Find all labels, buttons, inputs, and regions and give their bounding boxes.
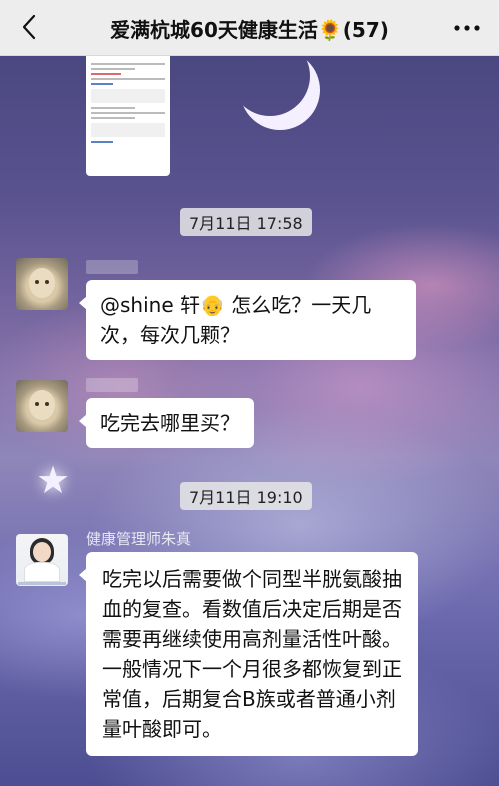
- message-bubble[interactable]: @shine 轩👴 怎么吃？一天几次，每次几颗？: [79, 280, 416, 360]
- image-text-line: [91, 117, 136, 119]
- avatar[interactable]: [16, 258, 68, 310]
- image-text-line: [91, 73, 121, 75]
- message-text: 吃完去哪里买？: [100, 411, 240, 435]
- avatar[interactable]: [16, 380, 68, 432]
- message-text: @shine 轩👴 怎么吃？一天几次，每次几颗？: [100, 293, 372, 347]
- image-text-line: [91, 83, 114, 85]
- image-info-block: [91, 123, 165, 137]
- sender-name: 健康管理师朱真: [86, 530, 192, 548]
- image-message[interactable]: [86, 56, 170, 176]
- avatar-face: [33, 542, 51, 562]
- image-text-line: [91, 63, 165, 65]
- image-text-line: [91, 107, 136, 109]
- message-bubble[interactable]: 吃完以后需要做个同型半胱氨酸抽血的复查。看数值后决定后期是否需要再继续使用高剂量…: [79, 552, 418, 756]
- image-text-line: [91, 112, 165, 114]
- message-bubble[interactable]: 吃完去哪里买？: [79, 398, 254, 448]
- avatar-face: [29, 390, 55, 420]
- avatar-face: [29, 268, 55, 298]
- more-horizontal-icon: [454, 25, 480, 31]
- chevron-left-icon: [22, 14, 36, 40]
- chat-title: 爱满杭城60天健康生活🌻(57): [110, 17, 389, 42]
- avatar-caption: [18, 582, 66, 585]
- moon-decoration: [230, 56, 310, 116]
- star-icon: ★: [36, 458, 71, 502]
- image-text-line: [91, 141, 114, 143]
- avatar[interactable]: [16, 534, 68, 586]
- chat-header: 爱满杭城60天健康生活🌻(57): [0, 0, 499, 56]
- sender-name-blurred: [86, 260, 138, 274]
- timestamp: 7月11日 19:10: [180, 482, 312, 510]
- message-text: 吃完以后需要做个同型半胱氨酸抽血的复查。看数值后决定后期是否需要再继续使用高剂量…: [102, 567, 402, 741]
- image-info-block: [91, 89, 165, 103]
- image-text-line: [91, 78, 165, 80]
- back-button[interactable]: [14, 12, 44, 42]
- more-button[interactable]: [453, 14, 481, 42]
- image-text-line: [91, 68, 136, 70]
- timestamp: 7月11日 17:58: [180, 208, 312, 236]
- sender-name-blurred: [86, 378, 138, 392]
- avatar-coat: [24, 562, 60, 582]
